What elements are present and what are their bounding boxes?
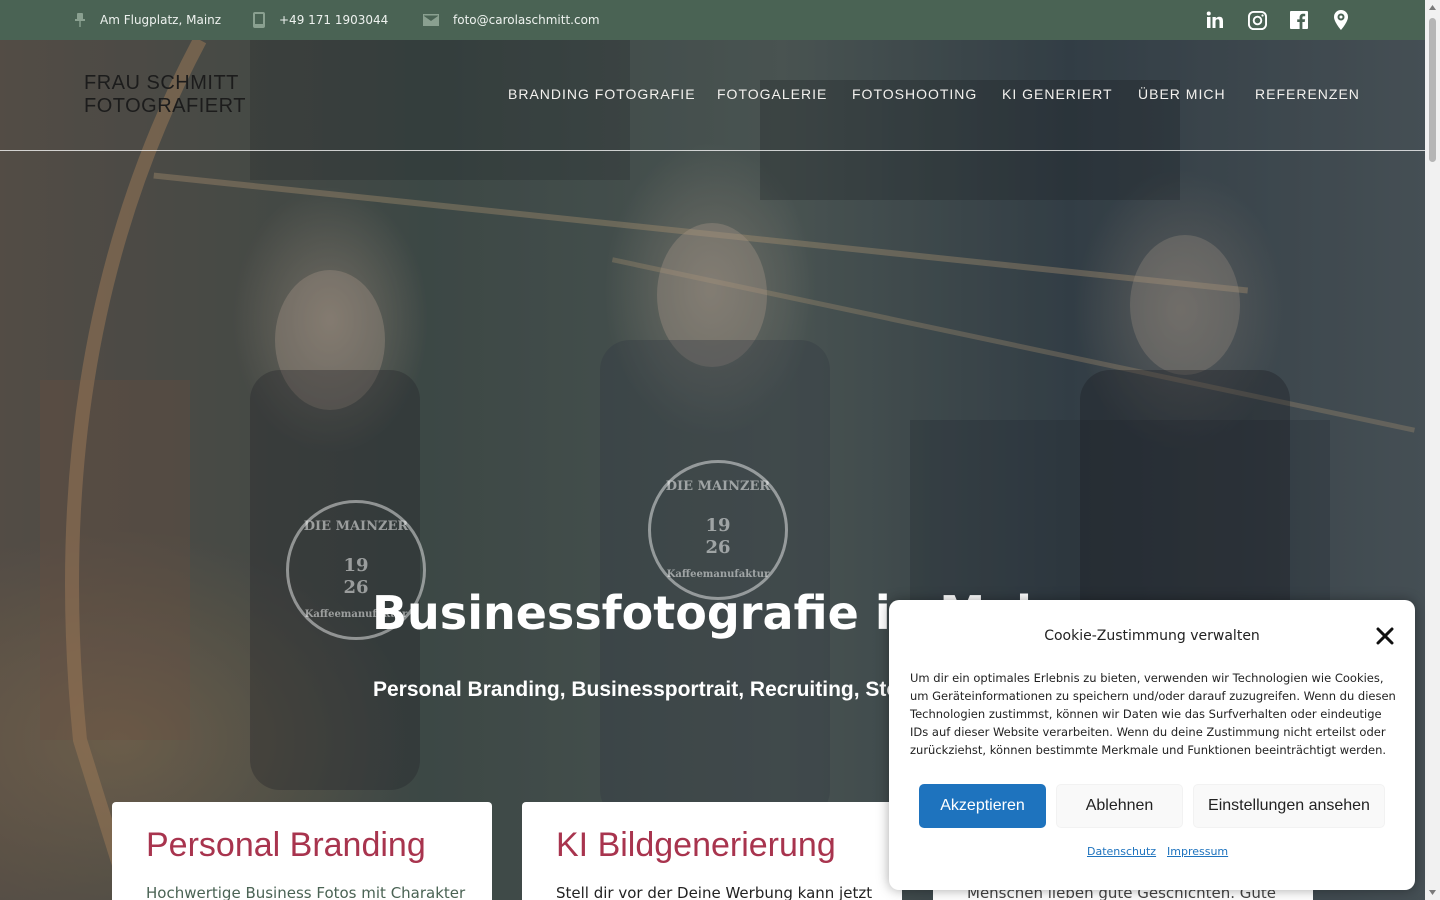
- scroll-down-arrow-icon[interactable]: [1428, 888, 1437, 897]
- nav-referenzen[interactable]: REFERENZEN: [1255, 86, 1360, 106]
- watermark-year-top: 19: [343, 555, 369, 576]
- card-text: Hochwertige Business Fotos mit Charakter: [146, 884, 466, 900]
- site-logo[interactable]: FRAU SCHMITT FOTOGRAFIERT: [84, 72, 246, 118]
- cookie-title: Cookie-Zustimmung verwalten: [1044, 628, 1260, 644]
- watermark-text: DIE MAINZER: [303, 519, 409, 534]
- phone-text[interactable]: +49 171 1903044: [279, 13, 388, 27]
- map-pin-icon: [1334, 10, 1348, 30]
- email-contact[interactable]: foto@carolaschmitt.com: [423, 0, 600, 40]
- nav-fotogalerie[interactable]: FOTOGALERIE: [717, 86, 827, 106]
- nav-branding-fotografie[interactable]: BRANDING FOTOGRAFIE: [508, 86, 696, 106]
- location-text: Am Flugplatz, Mainz: [100, 13, 222, 27]
- card-text: Stell dir vor der Deine Werbung kann jet…: [556, 884, 873, 900]
- scrollbar-thumb[interactable]: [1429, 18, 1436, 162]
- watermark-year-bottom: 26: [705, 537, 731, 558]
- watermark-year-top: 19: [705, 515, 731, 536]
- accept-button[interactable]: Akzeptieren: [919, 784, 1046, 828]
- nav-ueber-mich[interactable]: ÜBER MICH: [1138, 86, 1226, 106]
- service-card-ki-bildgenerierung[interactable]: KI Bildgenerierung Stell dir vor der Dei…: [522, 802, 902, 900]
- header-divider: [0, 150, 1425, 151]
- watermark-text: DIE MAINZER: [665, 479, 771, 494]
- logo-line-1: FRAU SCHMITT: [84, 72, 239, 94]
- watermark-center: DIE MAINZER 19 26 Kaffeemanufaktur: [648, 460, 788, 600]
- facebook-icon: [1290, 11, 1308, 29]
- logo-line-2: FOTOGRAFIERT: [84, 95, 246, 117]
- nav-ki-generiert[interactable]: KI GENERIERT: [1002, 86, 1113, 106]
- view-preferences-button[interactable]: Einstellungen ansehen: [1193, 784, 1385, 828]
- mobile-phone-icon: [253, 12, 265, 28]
- card-title: Personal Branding: [146, 826, 426, 864]
- instagram-icon: [1247, 10, 1267, 30]
- close-icon[interactable]: [1375, 626, 1395, 646]
- top-contact-bar: Am Flugplatz, Mainz +49 171 1903044 foto…: [0, 0, 1425, 40]
- pin-icon: [75, 13, 85, 27]
- nav-fotoshooting[interactable]: FOTOSHOOTING: [852, 86, 977, 106]
- linkedin-icon: [1206, 11, 1223, 28]
- facebook-link[interactable]: [1285, 0, 1313, 40]
- card-title: KI Bildgenerierung: [556, 826, 836, 864]
- imprint-link[interactable]: Impressum: [1167, 845, 1228, 858]
- map-link[interactable]: [1327, 0, 1355, 40]
- email-text[interactable]: foto@carolaschmitt.com: [453, 13, 600, 27]
- instagram-link[interactable]: [1243, 0, 1271, 40]
- page-scrollbar[interactable]: [1425, 0, 1440, 900]
- deny-button[interactable]: Ablehnen: [1056, 784, 1183, 828]
- cookie-body-text: Um dir ein optimales Erlebnis zu bieten,…: [910, 671, 1396, 757]
- linkedin-link[interactable]: [1201, 0, 1229, 40]
- hero-subtitle: Personal Branding, Businessportrait, Rec…: [373, 678, 973, 701]
- envelope-icon: [423, 14, 439, 26]
- location-contact: Am Flugplatz, Mainz: [74, 0, 221, 40]
- cookie-consent-dialog: Cookie-Zustimmung verwalten Um dir ein o…: [889, 600, 1415, 890]
- watermark-subtext: Kaffeemanufaktur: [666, 569, 770, 580]
- phone-contact[interactable]: +49 171 1903044: [253, 0, 388, 40]
- privacy-link[interactable]: Datenschutz: [1087, 845, 1156, 858]
- service-card-personal-branding[interactable]: Personal Branding Hochwertige Business F…: [112, 802, 492, 900]
- scroll-up-arrow-icon[interactable]: [1428, 3, 1437, 12]
